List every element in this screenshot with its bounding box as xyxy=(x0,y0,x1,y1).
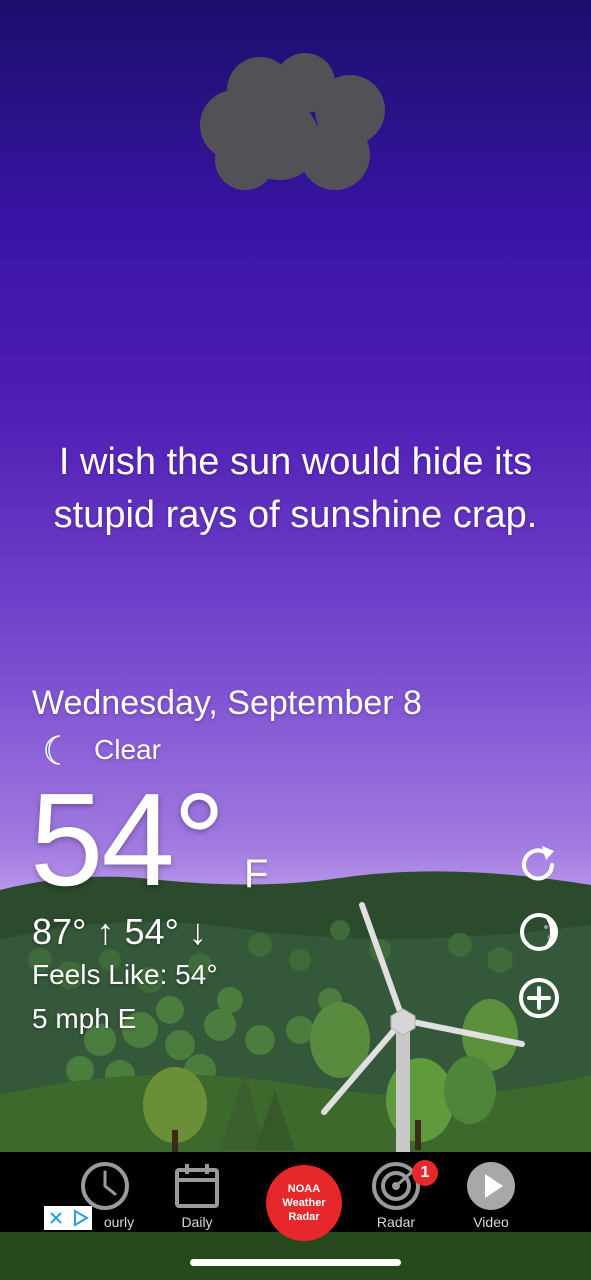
noaa-weather-radar-button[interactable]: NOAA Weather Radar xyxy=(266,1165,342,1241)
refresh-icon xyxy=(522,846,554,881)
temperature-unit: F xyxy=(244,852,269,896)
play-icon xyxy=(467,1162,515,1210)
condition-row: Clear xyxy=(38,730,161,770)
tab-radar-label: Radar xyxy=(376,1214,416,1230)
ad-choices-badge[interactable] xyxy=(44,1206,92,1230)
noaa-line-1: NOAA xyxy=(287,1183,321,1195)
condition-label: Clear xyxy=(94,734,161,765)
clock-icon xyxy=(81,1162,129,1210)
close-icon xyxy=(49,1212,62,1224)
refresh-button[interactable] xyxy=(516,842,562,888)
add-icon xyxy=(519,978,559,1018)
tab-video-label: Video xyxy=(473,1214,509,1230)
moon-phase-button[interactable] xyxy=(516,909,562,955)
tab-video[interactable]: Video xyxy=(446,1152,536,1232)
moon-icon xyxy=(45,735,61,765)
cloud-icon xyxy=(200,53,385,190)
adchoices-icon xyxy=(73,1209,89,1227)
moon-phase-icon xyxy=(520,913,558,951)
noaa-line-2: Weather xyxy=(282,1197,326,1209)
wind-info: 5 mph E xyxy=(32,1003,137,1034)
high-low-temperature: 87° ↑ 54° ↓ xyxy=(32,911,207,952)
feels-like: Feels Like: 54° xyxy=(32,959,218,990)
noaa-line-3: Radar xyxy=(288,1211,320,1223)
calendar-icon xyxy=(175,1164,219,1208)
tab-daily[interactable]: Daily xyxy=(152,1152,242,1232)
weather-quote: I wish the sun would hide its stupid ray… xyxy=(53,441,538,536)
tab-hourly-label: ourly xyxy=(103,1214,135,1230)
tab-daily-label: Daily xyxy=(181,1214,213,1230)
radar-notification-badge: 1 xyxy=(412,1160,438,1186)
date-label: Wednesday, September 8 xyxy=(32,684,422,722)
home-indicator[interactable] xyxy=(190,1259,401,1266)
add-location-button[interactable] xyxy=(516,975,562,1021)
current-temperature: 54° xyxy=(30,766,226,913)
